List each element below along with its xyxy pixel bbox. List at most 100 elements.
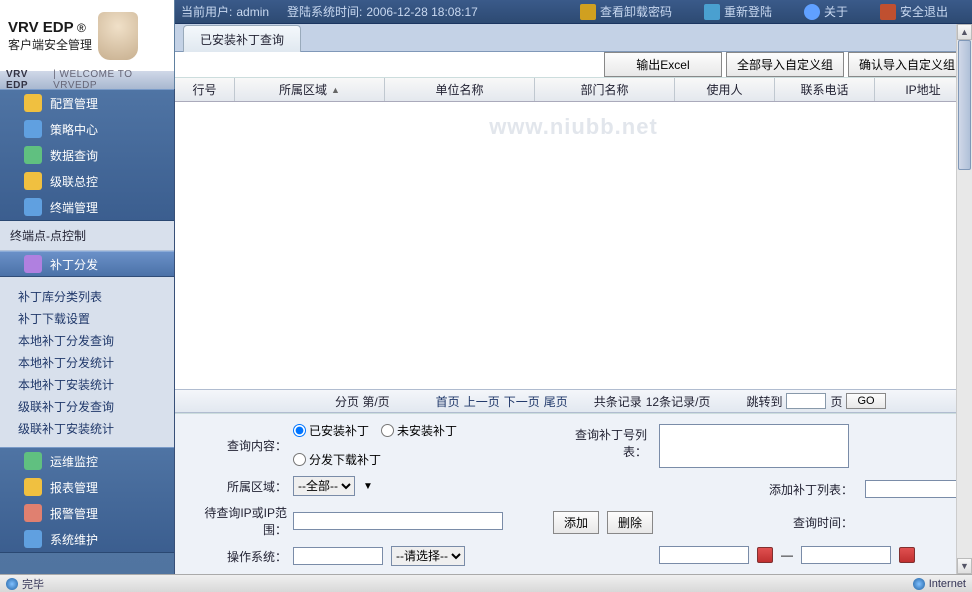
query-form: 查询内容： 已安装补丁 未安装补丁 分发下载补丁 所属区域： --全部-- ▼ … xyxy=(175,413,972,574)
view-uninstall-password-button[interactable]: 查看卸载密码 xyxy=(580,3,672,20)
status-bar: 完毕 Internet xyxy=(0,574,972,592)
nav-terminal-manage[interactable]: 终端管理 xyxy=(0,194,174,220)
sublink-patch-download-settings[interactable]: 补丁下载设置 xyxy=(0,307,174,329)
confirm-import-custom-group-button[interactable]: 确认导入自定义组 xyxy=(848,52,966,77)
pager-page-input[interactable] xyxy=(786,393,826,409)
nav-cascade-control[interactable]: 级联总控 xyxy=(0,168,174,194)
search-icon xyxy=(24,146,42,164)
label-add-patch-list: 添加补丁列表： xyxy=(659,481,859,498)
input-os[interactable] xyxy=(293,547,383,565)
delete-patch-button[interactable]: 删除 xyxy=(607,511,653,534)
product-tagline: 客户端安全管理 xyxy=(8,36,92,53)
mascot-avatar xyxy=(98,12,138,60)
col-user[interactable]: 使用人 xyxy=(675,78,775,101)
sublink-local-patch-dist-stats[interactable]: 本地补丁分发统计 xyxy=(0,351,174,373)
brand-bar-name: VRV EDP xyxy=(6,69,51,91)
sublink-patch-category-list[interactable]: 补丁库分类列表 xyxy=(0,285,174,307)
exit-icon xyxy=(880,4,896,20)
pager-first[interactable]: 首页 xyxy=(436,393,460,410)
time-dash: — xyxy=(781,548,793,562)
pager-perpage: 12条记录/页 xyxy=(646,393,711,410)
toolbar-row: 输出Excel 全部导入自定义组 确认导入自定义组 xyxy=(175,52,972,78)
about-button[interactable]: 关于 xyxy=(804,3,848,20)
sublink-local-patch-install-stats[interactable]: 本地补丁安装统计 xyxy=(0,373,174,395)
scroll-up-arrow[interactable]: ▲ xyxy=(957,24,972,40)
product-logo-text: VRV EDP xyxy=(8,19,74,36)
select-os[interactable]: --请选择-- xyxy=(391,546,465,566)
scroll-down-arrow[interactable]: ▼ xyxy=(957,558,972,574)
pager-next[interactable]: 下一页 xyxy=(504,393,540,410)
zone-text: Internet xyxy=(929,578,966,590)
label-query-content: 查询内容： xyxy=(183,437,293,454)
label-ip-range: 待查询IP或IP范围： xyxy=(183,504,293,538)
nav-system-maint[interactable]: 系统维护 xyxy=(0,526,174,552)
sublink-local-patch-dist-query[interactable]: 本地补丁分发查询 xyxy=(0,329,174,351)
radio-distributed[interactable]: 分发下载补丁 xyxy=(293,451,381,468)
login-time-display: 登陆系统时间:2006-12-28 18:08:17 xyxy=(287,3,478,20)
calendar-from-icon[interactable] xyxy=(757,547,773,563)
input-time-from[interactable] xyxy=(659,546,749,564)
sort-asc-icon: ▲ xyxy=(331,85,340,95)
nav-data-query[interactable]: 数据查询 xyxy=(0,142,174,168)
key-icon xyxy=(580,4,596,20)
cascade-icon xyxy=(24,172,42,190)
input-time-to[interactable] xyxy=(801,546,891,564)
pager-page-info: 分页 第/页 xyxy=(335,393,390,410)
pager-last[interactable]: 尾页 xyxy=(544,393,568,410)
table-header-row: 行号 所属区域▲ 单位名称 部门名称 使用人 联系电话 IP地址 xyxy=(175,78,972,102)
vertical-scrollbar[interactable]: ▲ ▼ xyxy=(956,24,972,574)
terminal-icon xyxy=(24,198,42,216)
sublink-cascade-patch-install-stats[interactable]: 级联补丁安装统计 xyxy=(0,417,174,439)
nav-report-manage[interactable]: 报表管理 xyxy=(0,474,174,500)
input-ip-range[interactable] xyxy=(293,512,503,530)
nav-ops-monitor[interactable]: 运维监控 xyxy=(0,448,174,474)
label-area: 所属区域： xyxy=(183,478,293,495)
pager-jump-label: 跳转到 xyxy=(746,393,782,410)
safe-exit-button[interactable]: 安全退出 xyxy=(880,3,948,20)
relogin-icon xyxy=(704,4,720,20)
radio-installed[interactable]: 已安装补丁 xyxy=(293,422,369,439)
textarea-query-patch-list[interactable] xyxy=(659,424,849,468)
sublink-cascade-patch-dist-query[interactable]: 级联补丁分发查询 xyxy=(0,395,174,417)
chart-icon xyxy=(24,478,42,496)
table-body-empty: www.niubb.net xyxy=(175,102,972,389)
area-dropdown-icon[interactable]: ▼ xyxy=(363,481,373,492)
calendar-to-icon[interactable] xyxy=(899,547,915,563)
status-text: 完毕 xyxy=(22,576,44,592)
tab-installed-patch-query[interactable]: 已安装补丁查询 xyxy=(183,25,301,52)
col-unit-name[interactable]: 单位名称 xyxy=(385,78,535,101)
pager-page-suffix: 页 xyxy=(830,393,842,410)
col-row-number[interactable]: 行号 xyxy=(175,78,235,101)
info-icon xyxy=(804,4,820,20)
col-area[interactable]: 所属区域▲ xyxy=(235,78,385,101)
nav-alert-manage[interactable]: 报警管理 xyxy=(0,500,174,526)
scroll-thumb[interactable] xyxy=(958,40,971,170)
page-status-icon xyxy=(6,578,18,590)
nav-config-manage[interactable]: 配置管理 xyxy=(0,90,174,116)
section-title-terminal-control: 终端点-点控制 xyxy=(0,221,174,251)
target-icon xyxy=(24,120,42,138)
current-user-display: 当前用户:admin xyxy=(181,3,269,20)
tab-bar: 已安装补丁查询 xyxy=(175,24,972,52)
label-query-patch-list: 查询补丁号列表： xyxy=(553,422,653,460)
select-area[interactable]: --全部-- xyxy=(293,476,355,496)
nav-policy-center[interactable]: 策略中心 xyxy=(0,116,174,142)
export-excel-button[interactable]: 输出Excel xyxy=(604,52,722,77)
top-header-bar: 当前用户:admin 登陆系统时间:2006-12-28 18:08:17 查看… xyxy=(175,0,972,24)
patch-icon xyxy=(24,255,42,273)
import-all-custom-group-button[interactable]: 全部导入自定义组 xyxy=(726,52,844,77)
label-os: 操作系统： xyxy=(183,548,293,565)
pager-prev[interactable]: 上一页 xyxy=(464,393,500,410)
brand-bar-welcome: | WELCOME TO VRVEDP xyxy=(53,69,174,91)
alert-icon xyxy=(24,504,42,522)
zone-globe-icon xyxy=(913,578,925,590)
col-phone[interactable]: 联系电话 xyxy=(775,78,875,101)
pager-total: 共条记录 xyxy=(594,393,642,410)
col-dept-name[interactable]: 部门名称 xyxy=(535,78,675,101)
add-patch-button[interactable]: 添加 xyxy=(553,511,599,534)
nav-patch-distribution[interactable]: 补丁分发 xyxy=(0,251,174,277)
pager-go-button[interactable]: GO xyxy=(846,393,885,409)
radio-not-installed[interactable]: 未安装补丁 xyxy=(381,422,457,439)
left-sidebar: 配置管理 策略中心 数据查询 级联总控 终端管理 终端点-点控制 补丁分发 补丁… xyxy=(0,89,175,574)
relogin-button[interactable]: 重新登陆 xyxy=(704,3,772,20)
